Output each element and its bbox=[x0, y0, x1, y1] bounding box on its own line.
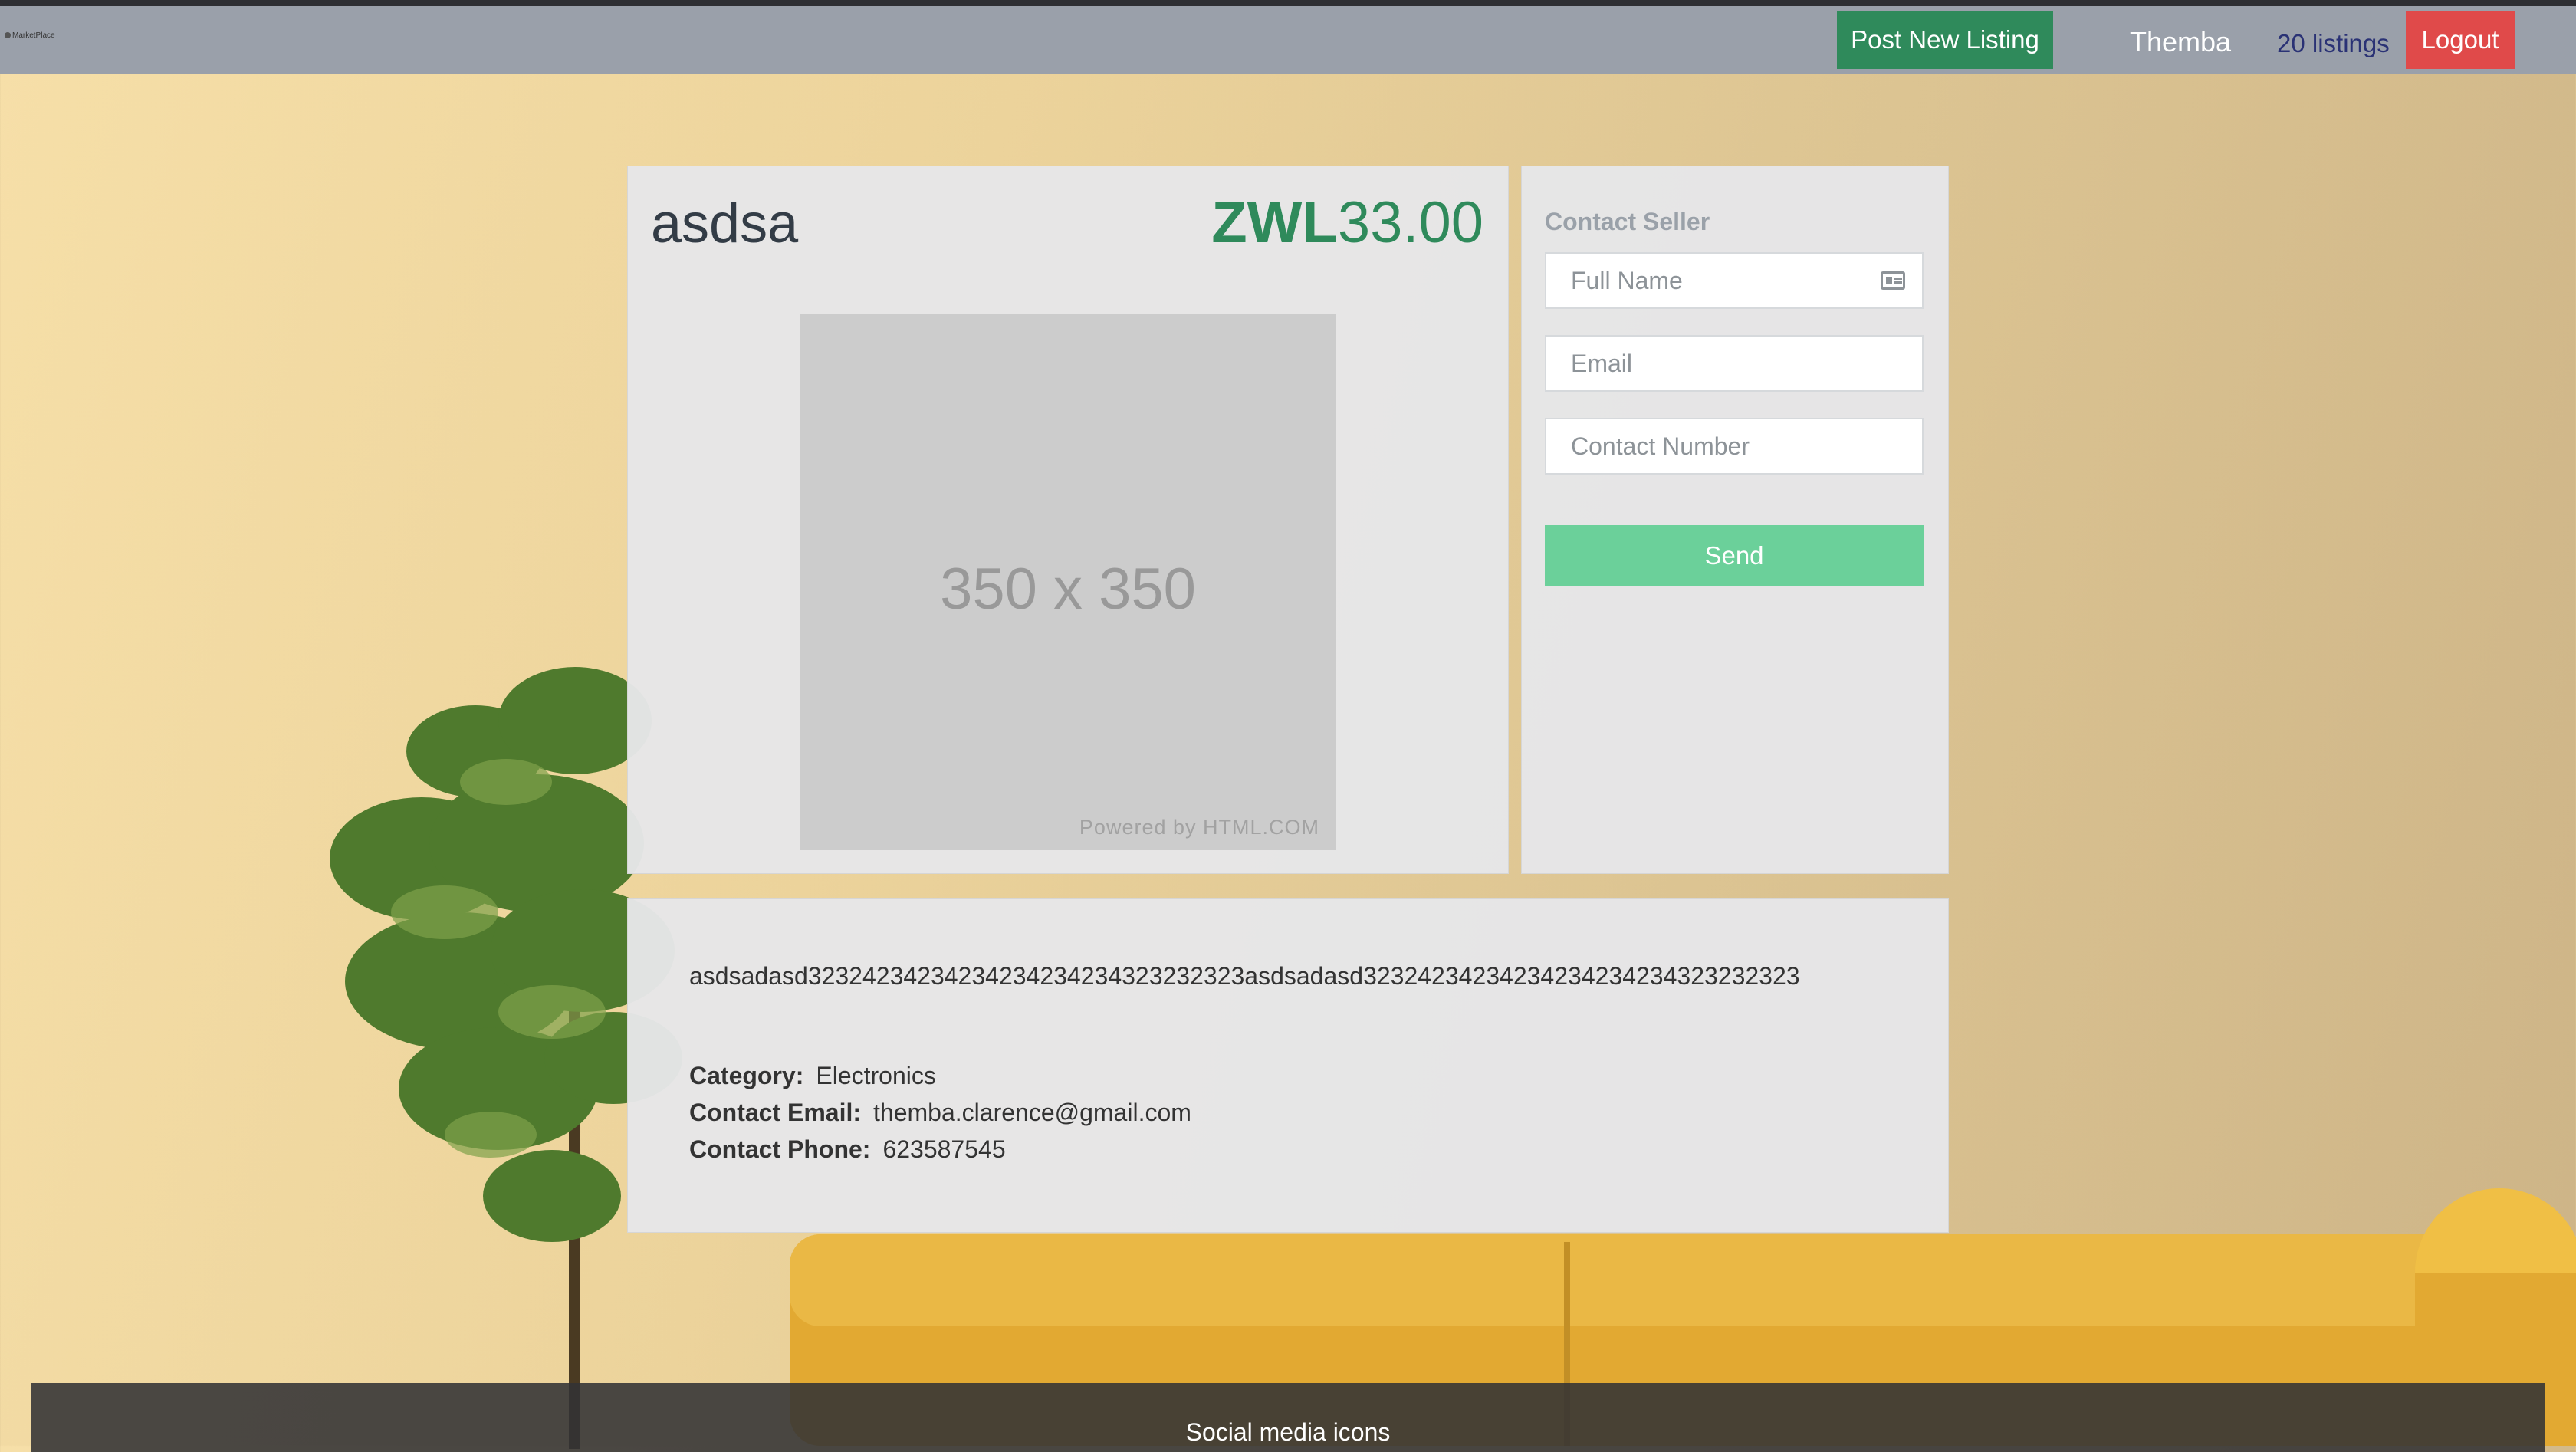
id-card-icon bbox=[1881, 271, 1905, 290]
price-amount: 33.00 bbox=[1337, 190, 1484, 255]
full-name-field bbox=[1545, 252, 1924, 309]
category-row: Category: Electronics bbox=[689, 1062, 936, 1090]
listing-description: asdsadasd3232423423423423423423432323232… bbox=[689, 962, 1800, 990]
contact-heading: Contact Seller bbox=[1545, 208, 1710, 235]
footer-social-text: Social media icons bbox=[1185, 1418, 1391, 1446]
category-label: Category: bbox=[689, 1062, 804, 1089]
contact-seller-card: Contact Seller Send bbox=[1521, 166, 1949, 874]
contact-email-value: themba.clarence@gmail.com bbox=[873, 1099, 1191, 1126]
listing-price: ZWL33.00 bbox=[1211, 189, 1484, 256]
listing-title: asdsa bbox=[651, 193, 799, 255]
logo-icon bbox=[5, 31, 11, 38]
logout-button[interactable]: Logout bbox=[2406, 11, 2515, 69]
send-button[interactable]: Send bbox=[1545, 525, 1924, 586]
footer: Social media icons bbox=[31, 1383, 2545, 1452]
full-name-input[interactable] bbox=[1546, 254, 1922, 307]
window-top-edge bbox=[0, 0, 2576, 6]
image-placeholder-text: 350 x 350 bbox=[940, 557, 1196, 622]
image-powered-by: Powered by HTML.COM bbox=[1079, 816, 1319, 839]
listing-details-card: asdsadasd3232423423423423423423432323232… bbox=[627, 898, 1949, 1233]
contact-email-row: Contact Email: themba.clarence@gmail.com bbox=[689, 1099, 1191, 1127]
contact-email-label: Contact Email: bbox=[689, 1099, 862, 1126]
post-new-listing-button[interactable]: Post New Listing bbox=[1837, 11, 2053, 69]
contact-phone-label: Contact Phone: bbox=[689, 1135, 871, 1163]
price-currency: ZWL bbox=[1211, 190, 1338, 255]
listing-card: asdsa ZWL33.00 350 x 350 Powered by HTML… bbox=[627, 166, 1509, 874]
email-field bbox=[1545, 335, 1924, 392]
navbar: MarketPlace Post New Listing Themba 20 l… bbox=[0, 6, 2576, 74]
listing-image: 350 x 350 Powered by HTML.COM bbox=[800, 314, 1336, 850]
brand-logo[interactable]: MarketPlace bbox=[5, 29, 55, 40]
nav-listings-link[interactable]: 20 listings bbox=[2277, 29, 2390, 58]
brand-name: MarketPlace bbox=[12, 31, 55, 40]
contact-number-field bbox=[1545, 418, 1924, 475]
email-input[interactable] bbox=[1546, 337, 1922, 390]
category-value: Electronics bbox=[816, 1062, 936, 1089]
contact-phone-row: Contact Phone: 623587545 bbox=[689, 1135, 1006, 1164]
contact-number-input[interactable] bbox=[1546, 419, 1922, 473]
contact-phone-value: 623587545 bbox=[882, 1135, 1006, 1163]
nav-username[interactable]: Themba bbox=[2130, 26, 2231, 58]
